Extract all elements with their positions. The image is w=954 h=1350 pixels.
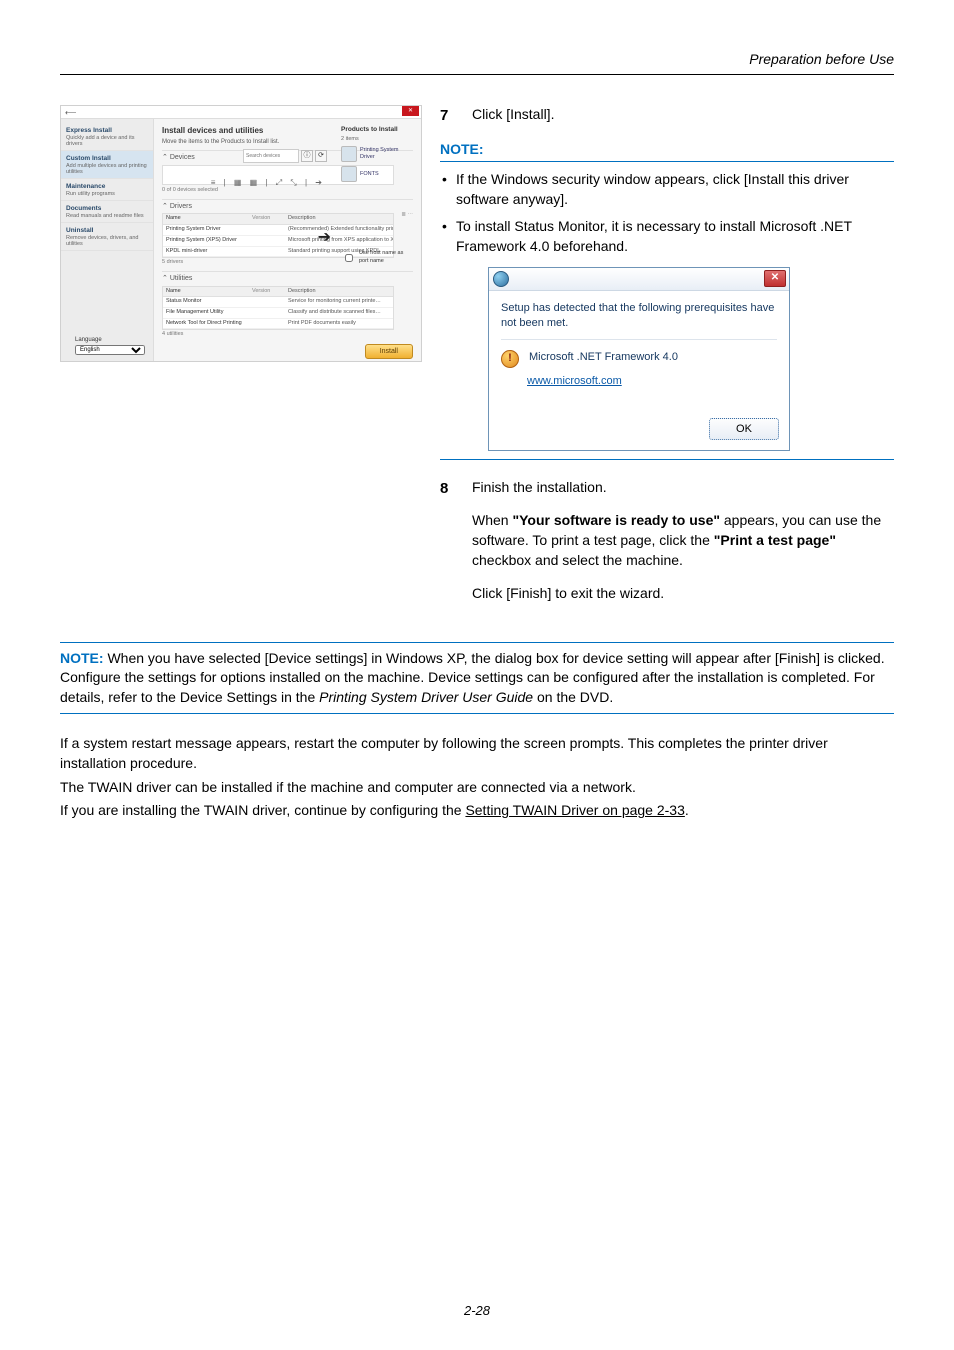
prereq-dialog: ✕ Setup has detected that the following … [488, 267, 790, 451]
col-name: Name [163, 287, 249, 297]
install-button[interactable]: Install [365, 344, 413, 359]
closing-p2: The TWAIN driver can be installed if the… [60, 778, 894, 798]
utilities-header[interactable]: ⌃ Utilities [162, 271, 413, 286]
note-label: NOTE: [60, 650, 104, 666]
refresh-icon[interactable]: ⟳ [315, 150, 327, 162]
warning-icon: ! [501, 350, 519, 368]
note-rule-bottom [440, 459, 894, 460]
sidebar-item-documents[interactable]: Documents Read manuals and readme files [61, 201, 153, 223]
product-label: FONTS [360, 171, 413, 179]
closing-p3: If you are installing the TWAIN driver, … [60, 801, 894, 821]
sidebar-item-desc: Quickly add a device and its drivers [66, 135, 148, 147]
sidebar-item-title: Maintenance [66, 182, 148, 191]
closing-p1: If a system restart message appears, res… [60, 734, 894, 773]
sidebar-item-desc: Add multiple devices and printing utilit… [66, 163, 148, 175]
arrow-right-icon[interactable]: ➔ [318, 227, 331, 249]
sidebar-item-desc: Read manuals and readme files [66, 213, 148, 219]
utilities-count: 4 utilities [162, 331, 413, 339]
close-icon[interactable]: ✕ [402, 106, 419, 116]
sidebar-item-custom[interactable]: Custom Install Add multiple devices and … [61, 151, 153, 179]
step-8-text: Finish the installation. [472, 478, 894, 498]
installer-screenshot: ⟵ ✕ Express Install Quickly add a device… [60, 105, 422, 362]
note-bullet: To install Status Monitor, it is necessa… [440, 217, 894, 256]
sidebar-item-title: Uninstall [66, 226, 148, 235]
utilities-table: Name Version Description Status MonitorS… [162, 286, 394, 331]
step-8-line2: Click [Finish] to exit the wizard. [472, 584, 894, 604]
table-row[interactable]: Network Tool for Direct PrintingPrint PD… [163, 319, 393, 330]
sidebar-item-title: Documents [66, 204, 148, 213]
installer-titlebar: ⟵ ✕ [61, 106, 421, 119]
back-arrow-icon[interactable]: ⟵ [65, 107, 76, 118]
tool-icon [341, 166, 357, 182]
products-count: 2 items [341, 136, 413, 144]
hostname-label: Use host name as port name [359, 250, 413, 265]
language-select[interactable]: English [75, 345, 145, 355]
sidebar-item-express[interactable]: Express Install Quickly add a device and… [61, 123, 153, 151]
search-input[interactable] [243, 149, 299, 163]
table-row[interactable]: Status MonitorService for monitoring cur… [163, 297, 393, 308]
section-title: Preparation before Use [60, 50, 894, 70]
products-title: Products to Install [341, 125, 413, 134]
twain-link[interactable]: Setting TWAIN Driver on page 2-33 [465, 802, 684, 818]
sidebar-item-title: Express Install [66, 126, 148, 135]
col-name: Name [163, 214, 249, 224]
step-number-7: 7 [440, 105, 458, 126]
hostname-checkbox[interactable] [345, 254, 353, 262]
col-version: Version [249, 214, 285, 224]
ok-button[interactable]: OK [709, 418, 779, 440]
prereq-link[interactable]: www.microsoft.com [527, 374, 777, 389]
sidebar-item-desc: Run utility programs [66, 191, 148, 197]
language-label: Language [75, 336, 102, 344]
col-version: Version [249, 287, 285, 297]
prereq-titlebar: ✕ [489, 268, 789, 291]
step-number-8: 8 [440, 478, 458, 604]
prereq-message: Setup has detected that the following pr… [501, 301, 777, 341]
note-rule [60, 713, 894, 714]
sidebar-item-maintenance[interactable]: Maintenance Run utility programs [61, 179, 153, 201]
sidebar-item-title: Custom Install [66, 154, 148, 163]
note-label: NOTE: [440, 140, 894, 160]
note-bullet: If the Windows security window appears, … [440, 170, 894, 209]
products-panel: Products to Install 2 items Printing Sys… [341, 125, 413, 266]
close-icon[interactable]: ✕ [764, 270, 786, 287]
note-rule [440, 161, 894, 162]
col-desc: Description [285, 287, 393, 297]
product-label: Printing System Driver [360, 147, 413, 162]
view-toolbar-icons[interactable]: ≡ | ▦ ▦ | ⤢ ⤡ | ➔ [211, 177, 325, 188]
table-row[interactable]: File Management UtilityClassify and dist… [163, 308, 393, 319]
step-7-text: Click [Install]. [472, 105, 894, 126]
page-number: 2-28 [0, 1302, 954, 1320]
full-note-text: NOTE: When you have selected [Device set… [60, 649, 894, 708]
note-rule [60, 642, 894, 643]
sidebar-item-desc: Remove devices, drivers, and utilities [66, 235, 148, 247]
prereq-item-text: Microsoft .NET Framework 4.0 [529, 350, 678, 365]
product-item[interactable]: Printing System Driver [341, 146, 413, 162]
header-rule [60, 74, 894, 75]
installer-main: Install devices and utilities Move the i… [154, 119, 421, 362]
info-icon[interactable]: ⓘ [301, 150, 313, 162]
list-view-icons[interactable]: ≣ ⋯ [401, 212, 413, 220]
app-orb-icon [493, 271, 509, 287]
product-item[interactable]: FONTS [341, 166, 413, 182]
step-8-paragraph: When "Your software is ready to use" app… [472, 511, 894, 570]
printer-icon [341, 146, 357, 162]
sidebar-item-uninstall[interactable]: Uninstall Remove devices, drivers, and u… [61, 223, 153, 251]
installer-sidebar: Express Install Quickly add a device and… [61, 119, 154, 362]
